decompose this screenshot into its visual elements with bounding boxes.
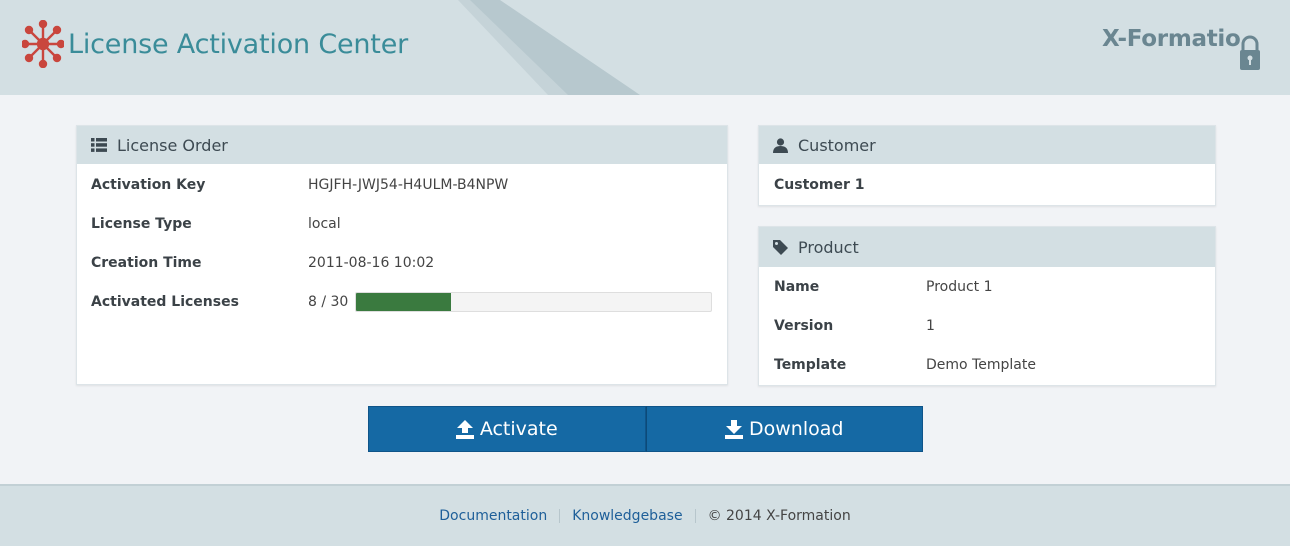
app-logo[interactable]: License Activation Center xyxy=(22,20,408,68)
knowledgebase-link[interactable]: Knowledgebase xyxy=(572,508,682,524)
list-icon xyxy=(91,138,107,152)
activation-progress-fill xyxy=(356,293,451,311)
license-order-title: License Order xyxy=(117,135,228,155)
activated-licenses-label: Activated Licenses xyxy=(91,294,239,310)
product-panel: Product Name Product 1 Version 1 Templat… xyxy=(758,226,1216,386)
product-header: Product xyxy=(759,227,1215,267)
customer-panel: Customer Customer 1 xyxy=(758,125,1216,206)
lock-icon xyxy=(1240,35,1260,70)
product-title: Product xyxy=(798,237,859,257)
license-type-label: License Type xyxy=(91,216,192,232)
app-title: License Activation Center xyxy=(68,28,409,60)
creation-time-value: 2011-08-16 10:02 xyxy=(308,255,435,271)
network-node-icon xyxy=(22,20,64,68)
app-header: License Activation Center X-Formatio xyxy=(0,0,1290,95)
copyright-text: © 2014 X-Formation xyxy=(707,508,851,524)
page-footer: Documentation Knowledgebase © 2014 X-For… xyxy=(0,484,1290,546)
footer-divider xyxy=(559,509,561,523)
brand-name: X-Formatio xyxy=(1102,26,1241,52)
license-order-header: License Order xyxy=(77,126,727,164)
activate-button-label: Activate xyxy=(479,418,558,440)
activation-key-value: HGJFH-JWJ54-H4ULM-B4NPW xyxy=(308,177,509,193)
product-template-label: Template xyxy=(774,357,847,373)
product-version-value: 1 xyxy=(926,318,935,334)
product-name-label: Name xyxy=(774,279,820,295)
license-type-value: local xyxy=(308,216,341,232)
customer-title: Customer xyxy=(798,135,876,155)
download-icon xyxy=(725,419,744,439)
creation-time-label: Creation Time xyxy=(91,255,202,271)
license-order-panel: License Order Activation Key HGJFH-JWJ54… xyxy=(76,125,728,385)
activate-button[interactable]: Activate xyxy=(368,406,646,452)
documentation-link[interactable]: Documentation xyxy=(439,508,547,524)
product-version-label: Version xyxy=(774,318,834,334)
upload-icon xyxy=(455,419,474,439)
activation-key-label: Activation Key xyxy=(91,177,206,193)
user-icon xyxy=(773,137,788,153)
action-button-group: Activate Download xyxy=(368,406,923,452)
activated-licenses-value: 8 / 30 xyxy=(308,294,349,310)
customer-header: Customer xyxy=(759,126,1215,164)
tag-icon xyxy=(773,239,788,255)
customer-name: Customer 1 xyxy=(774,177,865,193)
product-template-value: Demo Template xyxy=(926,357,1036,373)
product-name-value: Product 1 xyxy=(926,279,993,295)
activation-progress-bar xyxy=(355,292,712,312)
footer-divider xyxy=(694,509,696,523)
download-button-label: Download xyxy=(749,418,844,440)
download-button[interactable]: Download xyxy=(645,406,923,452)
